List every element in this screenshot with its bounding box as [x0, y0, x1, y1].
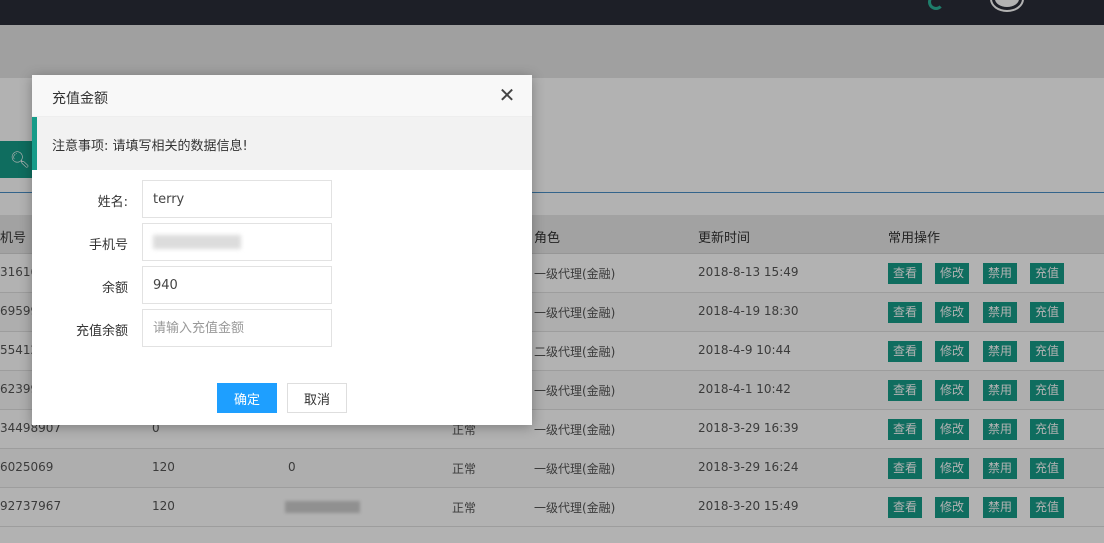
balance-label: 余额: [101, 281, 128, 296]
confirm-button[interactable]: 确定: [217, 383, 277, 413]
notice-text: 注意事项: 请填写相关的数据信息!: [52, 139, 248, 154]
recharge-amount-input[interactable]: [142, 309, 332, 347]
balance-input[interactable]: [142, 266, 332, 304]
name-label: 姓名:: [97, 195, 128, 210]
notice-banner: 注意事项: 请填写相关的数据信息!: [32, 117, 532, 170]
recharge-dialog: 充值金额 ✕ 注意事项: 请填写相关的数据信息! 姓名: 手机号 余额 充值余额…: [32, 75, 532, 425]
dialog-header: 充值金额 ✕: [32, 75, 532, 117]
redacted-phone: [153, 235, 241, 249]
phone-label: 手机号: [88, 238, 128, 253]
cancel-button[interactable]: 取消: [287, 383, 347, 413]
close-icon[interactable]: ✕: [498, 85, 516, 105]
recharge-label: 充值余额: [75, 324, 128, 339]
dialog-title: 充值金额: [52, 91, 108, 107]
name-input[interactable]: [142, 180, 332, 218]
